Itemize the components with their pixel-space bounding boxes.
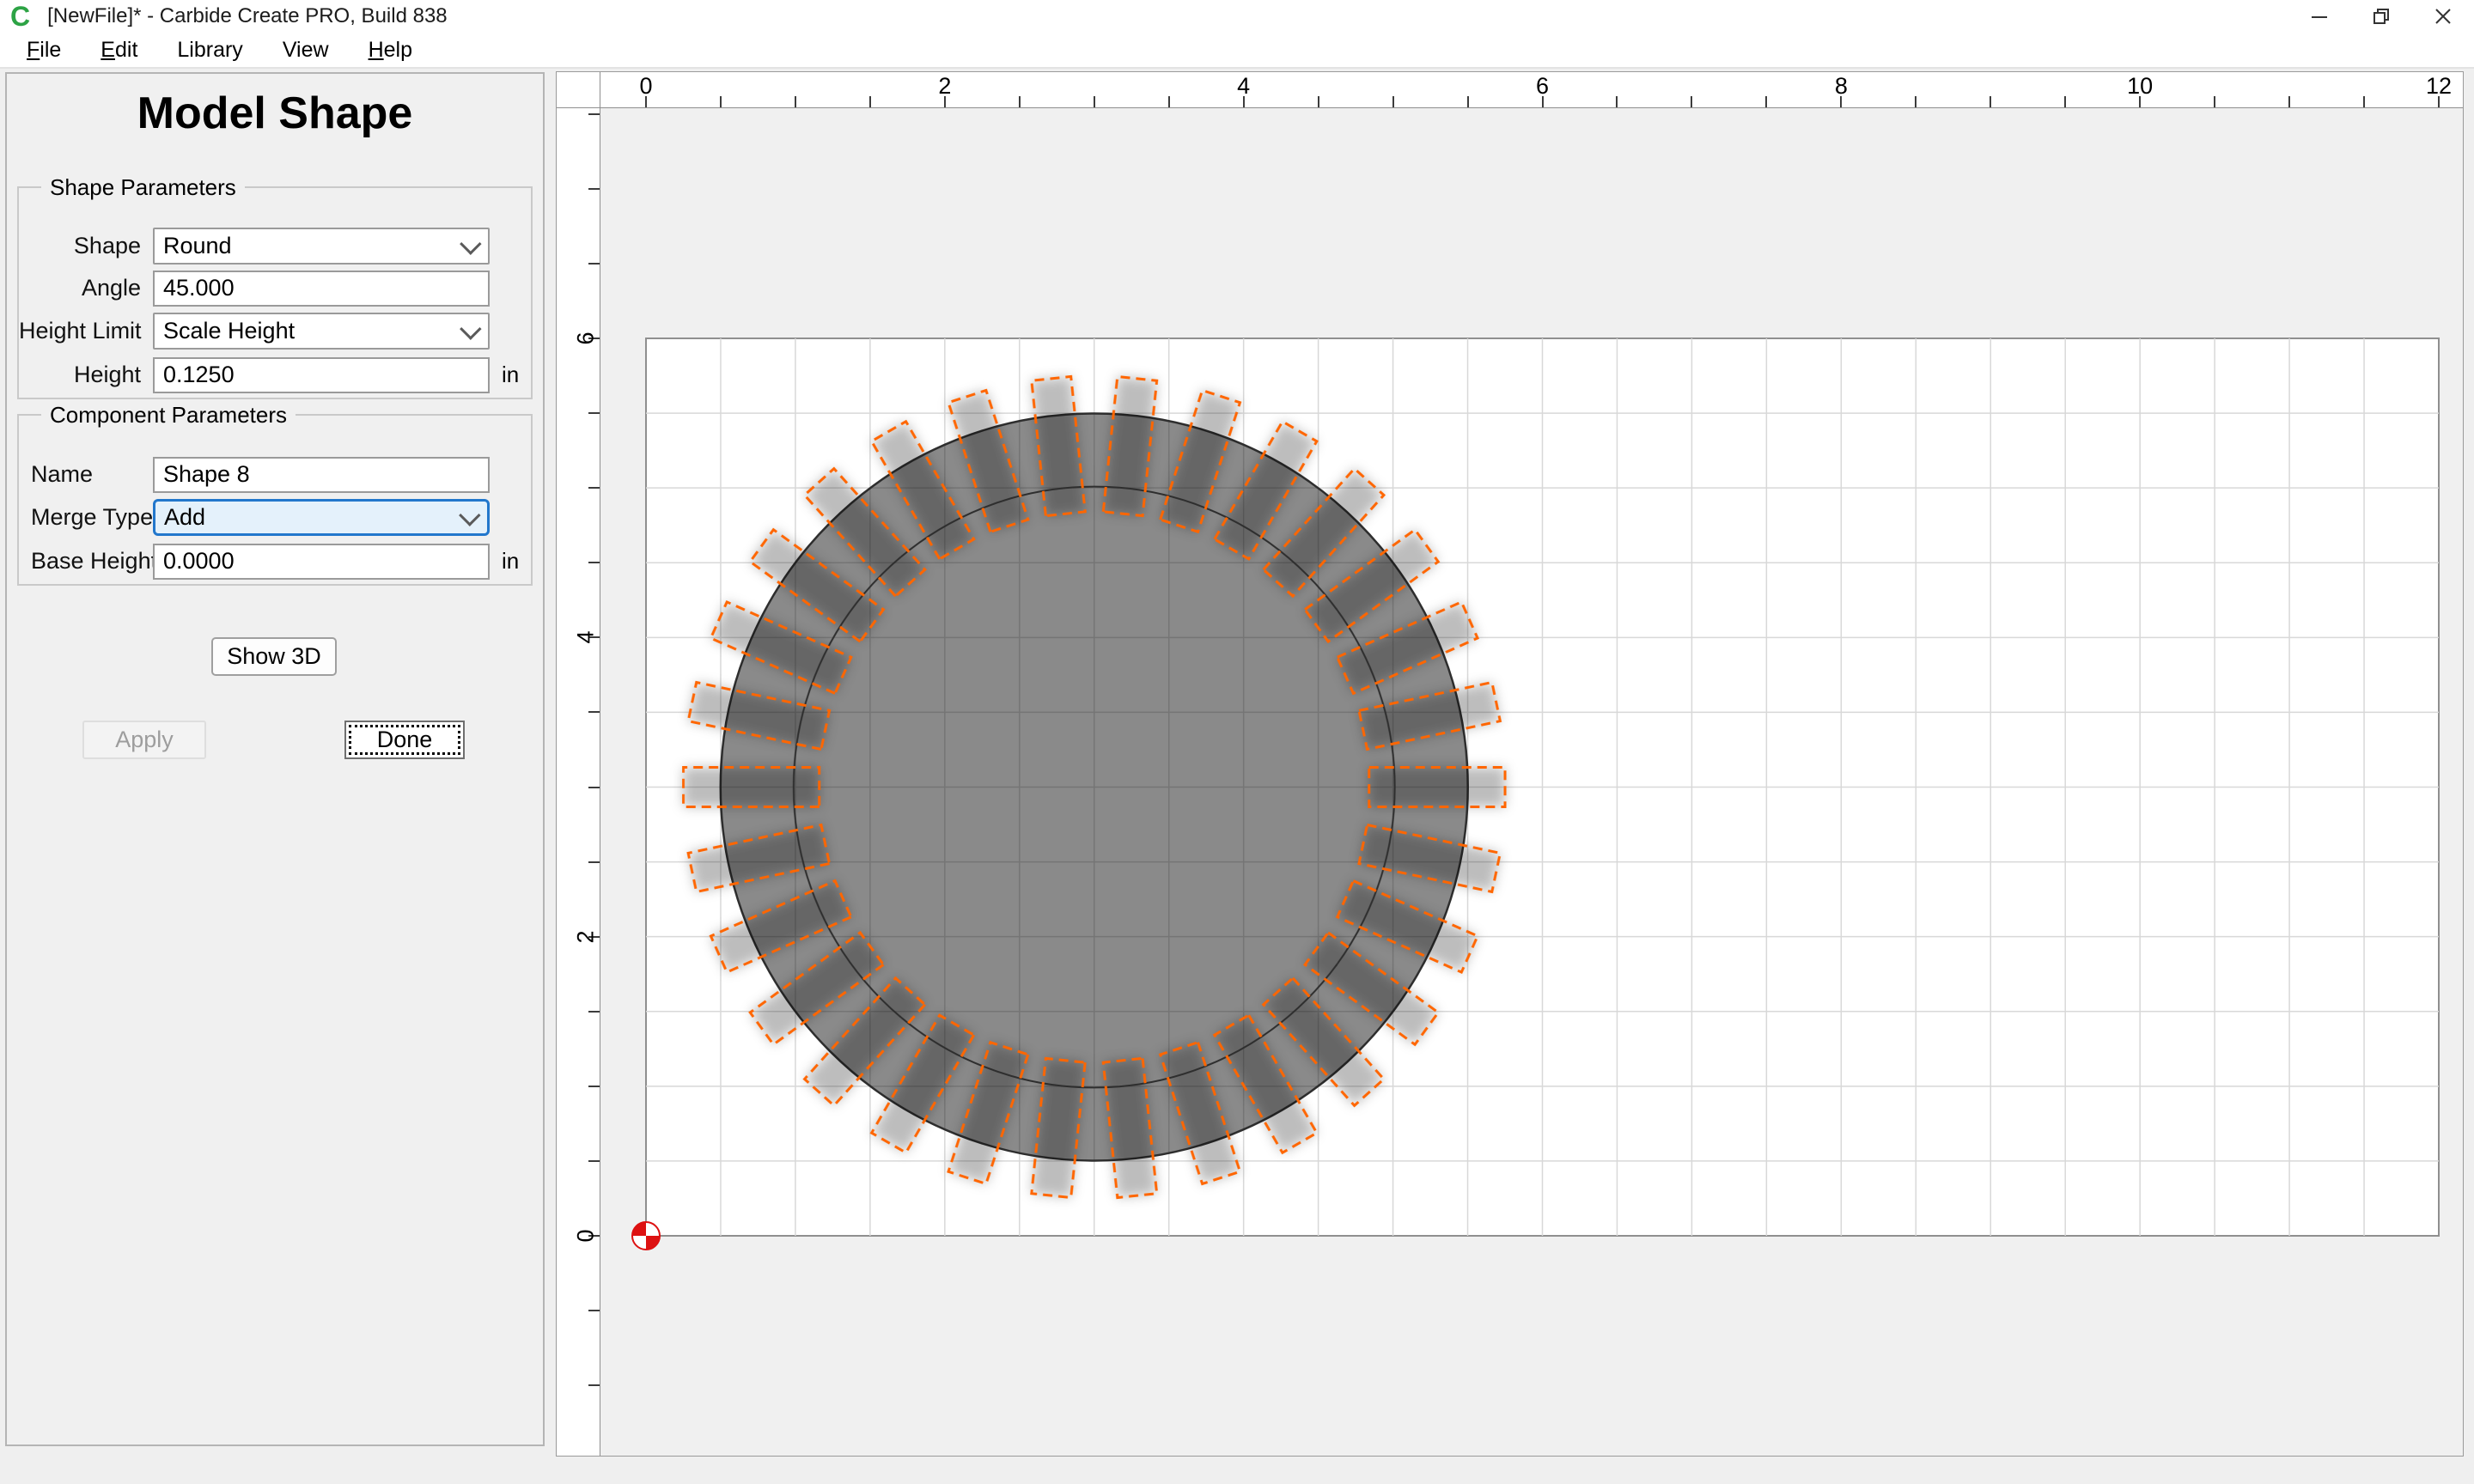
ruler-label: 0 xyxy=(573,1229,600,1242)
ruler-tick xyxy=(1094,96,1095,107)
ruler-tick xyxy=(720,96,722,107)
ruler-tick xyxy=(588,1310,600,1311)
base-height-unit: in xyxy=(502,548,519,575)
base-height-input[interactable] xyxy=(153,544,490,580)
canvas-svg xyxy=(600,108,2463,1456)
top-ruler: 0 2 4 6 8 10 12 xyxy=(600,72,2463,108)
height-limit-select-value: Scale Height xyxy=(163,318,295,344)
ruler-tick xyxy=(588,562,600,563)
ruler-tick xyxy=(1467,96,1469,107)
ruler-tick xyxy=(588,861,600,863)
merge-type-select[interactable]: Add xyxy=(153,499,490,536)
ruler-tick xyxy=(795,96,796,107)
page-title: Model Shape xyxy=(7,88,543,139)
chevron-down-icon xyxy=(460,318,481,339)
ruler-tick xyxy=(1318,96,1319,107)
shape-select-value: Round xyxy=(163,233,232,259)
shape-parameters-legend: Shape Parameters xyxy=(41,174,245,201)
ruler-tick xyxy=(588,711,600,713)
menu-bar: FileEditLibraryViewHelp xyxy=(0,33,2474,69)
ruler-tick xyxy=(588,787,600,788)
apply-button[interactable]: Apply xyxy=(82,721,206,759)
ruler-tick xyxy=(1616,96,1618,107)
title-bar: C [NewFile]* - Carbide Create PRO, Build… xyxy=(0,0,2474,33)
close-button[interactable] xyxy=(2412,0,2474,33)
chevron-down-icon xyxy=(460,233,481,254)
ruler-corner xyxy=(557,72,600,108)
ruler-tick xyxy=(588,263,600,265)
close-icon xyxy=(2432,5,2454,27)
ruler-tick xyxy=(588,113,600,115)
origin-marker xyxy=(632,1222,660,1250)
menu-item-file[interactable]: File xyxy=(7,38,81,63)
height-limit-label: Height Limit xyxy=(19,318,141,344)
merge-type-label: Merge Type xyxy=(31,504,153,531)
ruler-tick xyxy=(588,188,600,190)
ruler-label: 2 xyxy=(938,73,951,100)
minimize-icon xyxy=(2308,5,2331,27)
design-canvas[interactable] xyxy=(600,108,2463,1456)
minimize-button[interactable] xyxy=(2288,0,2350,33)
height-unit: in xyxy=(502,362,519,388)
ruler-tick xyxy=(1392,96,1394,107)
ruler-label: 4 xyxy=(1237,73,1250,100)
ruler-tick xyxy=(588,1086,600,1087)
ruler-tick xyxy=(588,1160,600,1162)
ruler-label: 0 xyxy=(639,73,652,100)
chevron-down-icon xyxy=(459,504,480,526)
ruler-tick xyxy=(588,1384,600,1386)
height-label: Height xyxy=(19,362,141,388)
menu-item-library[interactable]: Library xyxy=(157,38,262,63)
ruler-label: 6 xyxy=(1536,73,1549,100)
ruler-tick xyxy=(588,1011,600,1013)
done-button[interactable]: Done xyxy=(344,721,465,759)
ruler-tick xyxy=(1990,96,1991,107)
angle-label: Angle xyxy=(19,275,141,301)
ruler-tick xyxy=(869,96,871,107)
ruler-tick xyxy=(1915,96,1916,107)
ruler-label: 2 xyxy=(573,930,600,943)
show-3d-button[interactable]: Show 3D xyxy=(211,637,337,676)
menu-item-view[interactable]: View xyxy=(263,38,349,63)
ruler-tick xyxy=(1691,96,1692,107)
height-limit-select[interactable]: Scale Height xyxy=(153,313,490,350)
design-area: 0 2 4 6 8 10 12 0 2 4 6 xyxy=(556,71,2464,1457)
component-parameters-group: Component Parameters Name Merge Type Add… xyxy=(17,414,533,586)
ruler-label: 8 xyxy=(1835,73,1848,100)
ruler-label: 6 xyxy=(573,331,600,344)
name-label: Name xyxy=(31,461,153,488)
height-input[interactable] xyxy=(153,357,490,393)
restore-button[interactable] xyxy=(2350,0,2412,33)
ruler-tick xyxy=(588,487,600,489)
ruler-tick xyxy=(2214,96,2215,107)
ruler-tick xyxy=(588,412,600,414)
base-height-label: Base Height xyxy=(31,548,153,575)
app-logo-icon: C xyxy=(10,0,30,33)
left-ruler: 0 2 4 6 xyxy=(557,108,600,1456)
ruler-tick xyxy=(1765,96,1767,107)
component-parameters-legend: Component Parameters xyxy=(41,402,296,429)
ruler-label: 4 xyxy=(573,631,600,644)
model-shape-panel: Model Shape Shape Parameters Shape Round… xyxy=(5,72,545,1446)
ruler-tick xyxy=(1168,96,1170,107)
ruler-tick xyxy=(2064,96,2066,107)
shape-select[interactable]: Round xyxy=(153,228,490,265)
restore-icon xyxy=(2370,5,2392,27)
window-controls xyxy=(2288,0,2474,33)
ruler-tick xyxy=(2363,96,2365,107)
name-input[interactable] xyxy=(153,457,490,493)
ruler-tick xyxy=(1019,96,1021,107)
menu-item-help[interactable]: Help xyxy=(349,38,432,63)
ruler-tick xyxy=(2288,96,2290,107)
shape-parameters-group: Shape Parameters Shape Round Angle Heigh… xyxy=(17,186,533,399)
ruler-label: 12 xyxy=(2426,73,2452,100)
merge-type-select-value: Add xyxy=(164,504,205,531)
ruler-label: 10 xyxy=(2127,73,2153,100)
angle-input[interactable] xyxy=(153,271,490,307)
window-title: [NewFile]* - Carbide Create PRO, Build 8… xyxy=(47,4,448,28)
menu-item-edit[interactable]: Edit xyxy=(81,38,157,63)
shape-label: Shape xyxy=(19,233,141,259)
